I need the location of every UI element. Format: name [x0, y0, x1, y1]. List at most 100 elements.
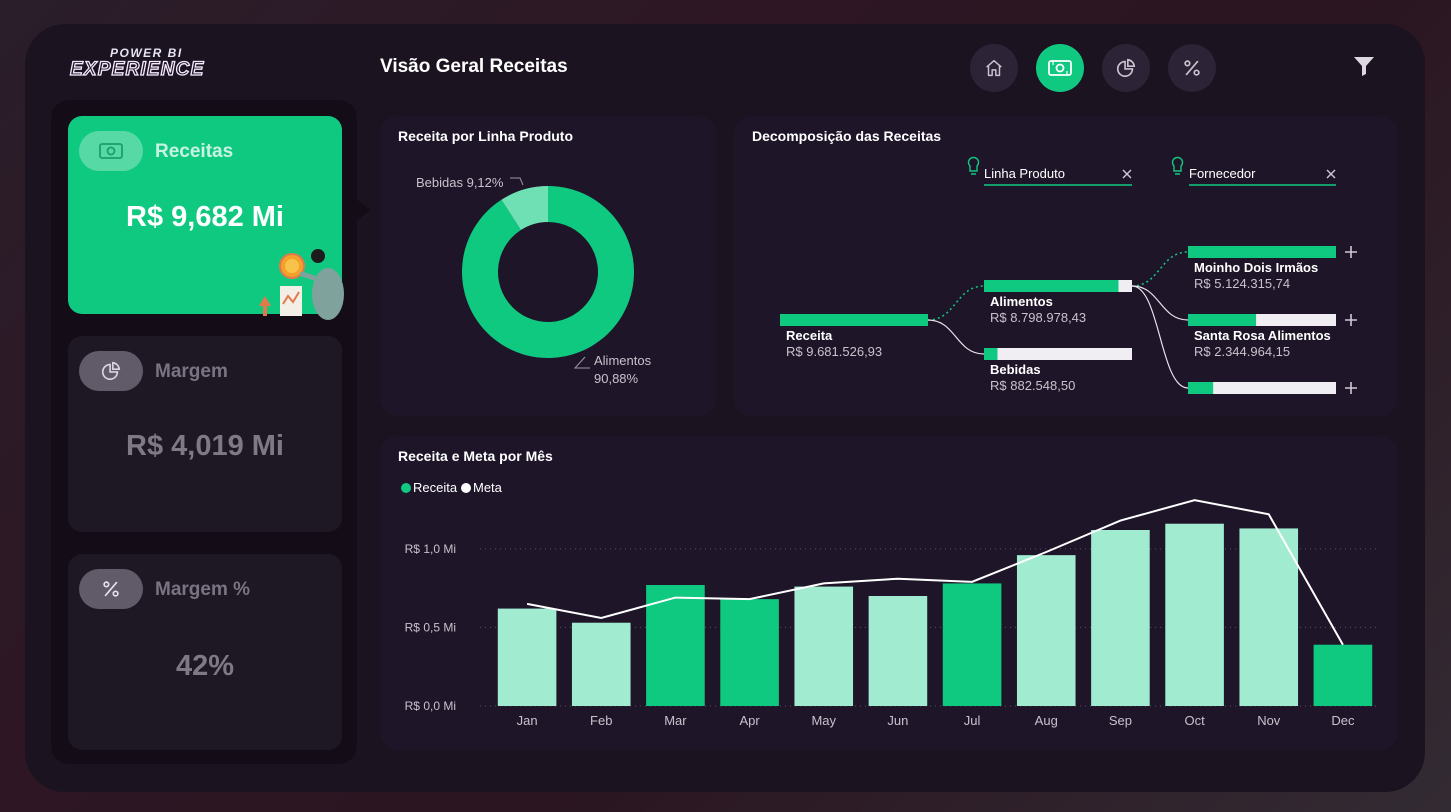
- money-icon: [99, 143, 123, 159]
- x-tick-label: Aug: [1035, 713, 1058, 728]
- kpi-icon-pill: [79, 351, 143, 391]
- y-tick-label: R$ 0,0 Mi: [405, 699, 456, 713]
- percent-icon: [1184, 60, 1200, 76]
- expand-plus-icon[interactable]: [1345, 314, 1357, 326]
- bar-dec[interactable]: [1313, 644, 1373, 706]
- kpi-value: 42%: [175, 650, 235, 682]
- filter-linha-produto[interactable]: Linha Produto: [967, 156, 1133, 186]
- node-bar-fill: [1188, 382, 1214, 394]
- x-tick-label: Jan: [517, 713, 538, 728]
- y-tick-label: R$ 1,0 Mi: [405, 542, 456, 556]
- filter-label: Fornecedor: [1189, 166, 1256, 181]
- decomp-node-level1[interactable]: AlimentosR$ 8.798.978,43: [984, 280, 1132, 325]
- bar-may[interactable]: [794, 586, 854, 706]
- legend-item-receita[interactable]: Receita: [401, 480, 458, 495]
- lightbulb-icon: [967, 156, 980, 175]
- node-value: R$ 882.548,50: [990, 378, 1075, 393]
- bar-sep[interactable]: [1091, 530, 1150, 706]
- node-name: Bebidas: [990, 362, 1041, 377]
- svg-text:EXPERIENCE: EXPERIENCE: [70, 59, 205, 80]
- node-name: Receita: [786, 328, 833, 343]
- kpi-card-margem-percent[interactable]: Margem % 42%: [68, 554, 342, 750]
- svg-text:Meta: Meta: [473, 480, 503, 495]
- donut-chart: Bebidas 9,12% Alimentos 90,88%: [416, 175, 652, 386]
- kpi-label: Margem %: [155, 579, 251, 600]
- kpi-value: R$ 9,682 Mi: [126, 201, 284, 233]
- close-icon[interactable]: [1122, 169, 1132, 179]
- bar-aug[interactable]: [1016, 555, 1076, 706]
- nav-revenue-button[interactable]: [1036, 44, 1084, 92]
- node-name: Santa Rosa Alimentos: [1194, 328, 1331, 343]
- close-icon[interactable]: [1326, 169, 1336, 179]
- nav-home-button[interactable]: [970, 44, 1018, 92]
- x-tick-label: Mar: [664, 713, 687, 728]
- node-name: Moinho Dois Irmãos: [1194, 260, 1318, 275]
- legend-item-meta[interactable]: Meta: [461, 480, 503, 495]
- filter-fornecedor[interactable]: Fornecedor: [1171, 156, 1337, 186]
- bar-oct[interactable]: [1165, 523, 1224, 706]
- expand-plus-icon[interactable]: [1345, 246, 1357, 258]
- power-bi-experience-logo: POWER BI EXPERIENCE: [69, 46, 205, 81]
- node-value: R$ 2.344.964,15: [1194, 344, 1290, 359]
- bar-jan[interactable]: [497, 608, 557, 706]
- x-tick-label: May: [811, 713, 836, 728]
- filter-label: Linha Produto: [984, 166, 1065, 181]
- nav-margin-percent-button[interactable]: [1168, 44, 1216, 92]
- person-with-coin-illustration: [259, 249, 344, 320]
- node-value: R$ 5.124.315,74: [1194, 276, 1290, 291]
- home-icon: [986, 59, 1002, 77]
- bar-jul[interactable]: [942, 583, 1002, 706]
- bar-feb[interactable]: [571, 622, 631, 706]
- selection-pointer: [355, 198, 371, 222]
- decomp-node-level2[interactable]: [1188, 382, 1336, 394]
- money-icon: [1048, 60, 1072, 76]
- node-value: R$ 8.798.978,43: [990, 310, 1086, 325]
- kpi-value: R$ 4,019 Mi: [126, 430, 284, 462]
- node-bar-fill: [1188, 246, 1336, 258]
- lightbulb-icon: [1171, 156, 1184, 175]
- x-tick-label: Sep: [1109, 713, 1132, 728]
- node-bar-fill: [984, 280, 1119, 292]
- node-bar-fill: [1188, 314, 1257, 326]
- x-tick-label: Dec: [1331, 713, 1355, 728]
- bar-jun[interactable]: [868, 596, 928, 706]
- page-title: Visão Geral Receitas: [380, 56, 568, 77]
- node-name: Alimentos: [990, 294, 1053, 309]
- decomp-node-level2[interactable]: Santa Rosa AlimentosR$ 2.344.964,15: [1188, 314, 1336, 359]
- decomposition-tree: Linha Produto Fornecedor ReceitaR$ 9.681…: [780, 156, 1357, 394]
- donut-label-alimentos-pct: 90,88%: [594, 371, 639, 386]
- pie-chart-icon: [1116, 58, 1136, 78]
- x-tick-label: Apr: [739, 713, 760, 728]
- x-tick-label: Jul: [964, 713, 981, 728]
- kpi-icon-pill: [79, 131, 143, 171]
- svg-text:Receita: Receita: [413, 480, 458, 495]
- x-tick-label: Nov: [1257, 713, 1281, 728]
- svg-text:POWER BI: POWER BI: [110, 46, 183, 60]
- nav-margin-button[interactable]: [1102, 44, 1150, 92]
- decomp-node-receita[interactable]: ReceitaR$ 9.681.526,93: [780, 314, 928, 359]
- filter-icon[interactable]: [1352, 54, 1376, 78]
- y-tick-label: R$ 0,5 Mi: [405, 620, 456, 634]
- kpi-icon-pill: [79, 569, 143, 609]
- pie-chart-icon: [101, 361, 121, 381]
- node-bar-fill: [984, 348, 998, 360]
- decomp-node-level2[interactable]: Moinho Dois IrmãosR$ 5.124.315,74: [1188, 246, 1336, 291]
- kpi-label: Receitas: [155, 141, 234, 162]
- percent-icon: [103, 581, 119, 597]
- node-bar-track: [984, 348, 1132, 360]
- donut-label-alimentos: Alimentos: [594, 353, 652, 368]
- x-tick-label: Jun: [887, 713, 908, 728]
- bar-apr[interactable]: [720, 599, 779, 706]
- kpi-card-receitas[interactable]: Receitas R$ 9,682 Mi: [68, 116, 344, 320]
- node-bar-fill: [780, 314, 928, 326]
- node-value: R$ 9.681.526,93: [786, 344, 882, 359]
- donut-label-bebidas: Bebidas 9,12%: [416, 175, 504, 190]
- expand-plus-icon[interactable]: [1345, 382, 1357, 394]
- bar-nov[interactable]: [1239, 528, 1299, 706]
- kpi-card-margem[interactable]: Margem R$ 4,019 Mi: [68, 336, 342, 532]
- monthly-chart: Receita Meta R$ 0,0 MiR$ 0,5 MiR$ 1,0 Mi …: [401, 480, 1380, 728]
- kpi-label: Margem: [155, 361, 228, 382]
- decomp-node-level1[interactable]: BebidasR$ 882.548,50: [984, 348, 1132, 393]
- x-tick-label: Feb: [590, 713, 612, 728]
- x-tick-label: Oct: [1184, 713, 1205, 728]
